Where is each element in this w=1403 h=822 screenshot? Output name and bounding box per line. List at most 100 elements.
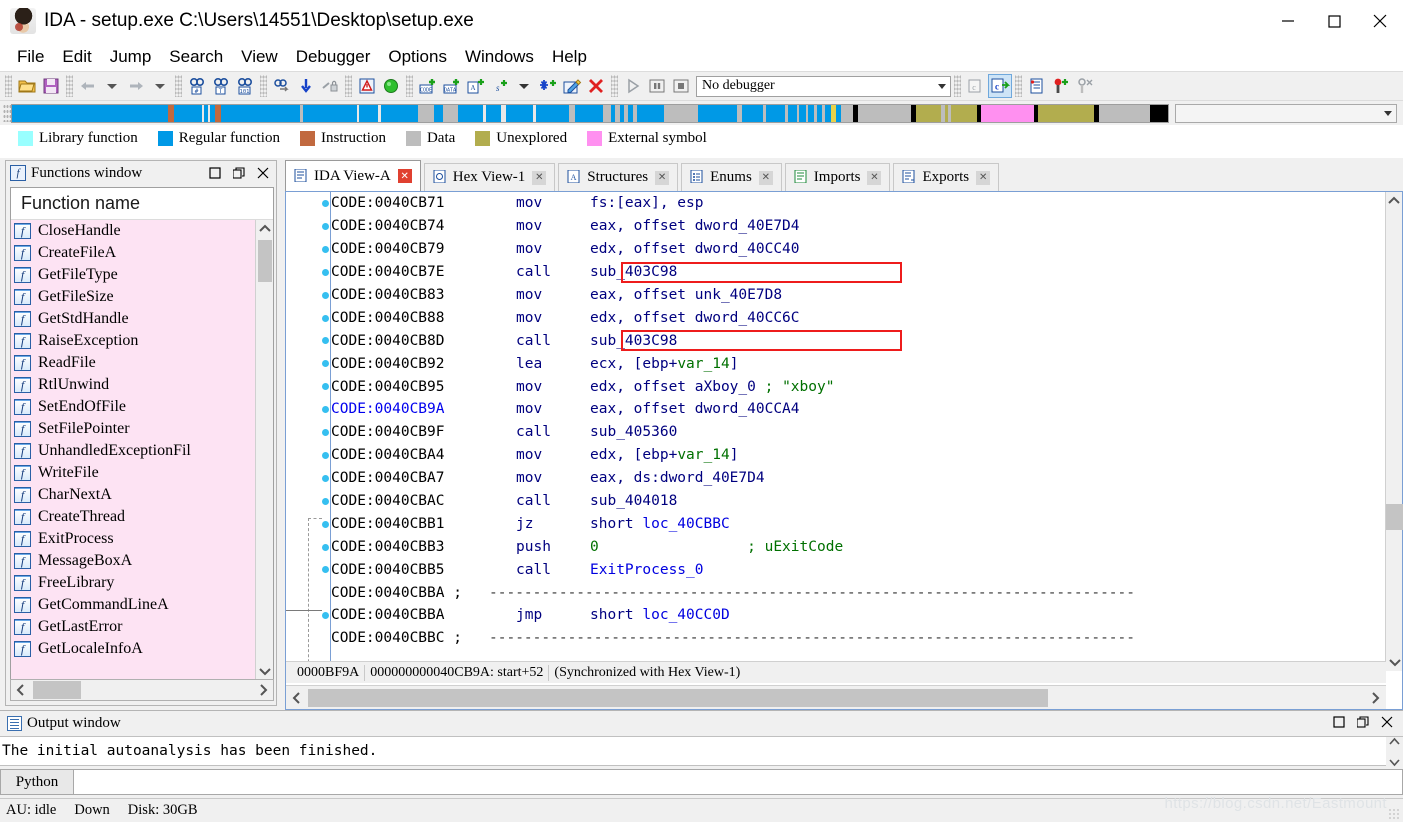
function-list-item[interactable]: f WriteFile [11,462,273,484]
function-list-item[interactable]: f MessageBoxA [11,550,273,572]
cli-input[interactable] [74,769,1403,795]
menu-options[interactable]: Options [379,45,456,69]
function-list-item[interactable]: f UnhandledExceptionFil [11,440,273,462]
function-list-item[interactable]: f GetFileType [11,264,273,286]
minimize-button[interactable] [1265,0,1311,42]
functions-list[interactable]: f CloseHandle f CreateFileA f GetFileType f Get… [11,220,273,680]
disassembly-line[interactable]: CODE:0040CB71 mov fs:[eax], esp [331,192,1384,215]
scrollbar-thumb[interactable] [258,240,272,282]
edit-function-icon[interactable] [560,74,584,98]
scroll-right-icon[interactable] [1364,687,1386,709]
disassembly-line[interactable]: CODE:0040CB8D call sub_403C98 [331,329,1384,352]
functions-list-hscrollbar[interactable] [10,679,274,701]
cli-language-label[interactable]: Python [0,769,74,795]
disassembly-line[interactable]: CODE:0040CB74 mov eax, offset dword_40E7D4 [331,215,1384,238]
struct-dropdown-icon[interactable] [512,74,536,98]
tab-close-icon[interactable]: ✕ [867,170,882,185]
maximize-button[interactable] [1311,0,1357,42]
close-button[interactable] [1357,0,1403,42]
tab-close-icon[interactable]: ✕ [532,170,547,185]
menu-windows[interactable]: Windows [456,45,543,69]
close-icon[interactable] [1381,715,1393,733]
open-file-icon[interactable] [15,74,39,98]
tab-close-icon[interactable]: ✕ [976,170,991,185]
binary-search-icon[interactable] [270,74,294,98]
forward-arrow-icon[interactable] [124,74,148,98]
functions-list-vscrollbar[interactable] [255,220,273,680]
disassembly-line[interactable]: CODE:0040CB9F call sub_405360 [331,421,1384,444]
function-list-item[interactable]: f CloseHandle [11,220,273,242]
function-list-item[interactable]: f RtlUnwind [11,374,273,396]
scroll-up-icon[interactable] [1386,192,1402,210]
decompile-icon[interactable]: c [964,74,988,98]
disassembly-line[interactable]: CODE:0040CB7E call sub_403C98 [331,261,1384,284]
dock-icon[interactable] [1356,715,1369,733]
back-arrow-icon[interactable] [76,74,100,98]
run-icon[interactable] [621,74,645,98]
warning-icon[interactable] [355,74,379,98]
output-vscrollbar[interactable] [1386,737,1403,767]
disassembly-line[interactable]: CODE:0040CBBC ; -------------------------… [331,627,1384,650]
back-dropdown-icon[interactable] [100,74,124,98]
make-code-icon[interactable]: CODE [416,74,440,98]
disassembly-hscrollbar[interactable] [286,685,1386,709]
menu-file[interactable]: File [8,45,53,69]
disassembly-vscrollbar[interactable] [1385,192,1403,671]
navigation-band[interactable] [11,103,1170,123]
function-list-item[interactable]: f ReadFile [11,352,273,374]
jump-lock-icon[interactable] [318,74,342,98]
search-text-icon[interactable]: T [209,74,233,98]
dock-icon[interactable] [232,166,246,180]
search-hex-icon[interactable]: # [185,74,209,98]
make-struct-icon[interactable]: s [488,74,512,98]
disassembly-line[interactable]: CODE:0040CB95 mov edx, offset aXboy_0 ; "x… [331,375,1384,398]
function-list-item[interactable]: f GetStdHandle [11,308,273,330]
tab-enums[interactable]: Enums ✕ [681,163,782,191]
save-icon[interactable] [39,74,63,98]
function-list-item[interactable]: f CreateThread [11,506,273,528]
function-list-item[interactable]: f GetFileSize [11,286,273,308]
menu-jump[interactable]: Jump [101,45,161,69]
menu-search[interactable]: Search [160,45,232,69]
disassembly-line[interactable]: CODE:0040CB79 mov edx, offset dword_40CC40 [331,238,1384,261]
stop-icon[interactable] [669,74,693,98]
disassembly-line[interactable]: CODE:0040CBB3 push 0 ; uExitCode [331,535,1384,558]
scroll-down-icon[interactable] [1386,653,1403,671]
disassembly-line[interactable]: CODE:0040CB92 lea ecx, [ebp+var_14] [331,352,1384,375]
function-name-column-header[interactable]: Function name [11,188,273,220]
scroll-left-icon[interactable] [11,680,31,700]
disassembly-line[interactable]: CODE:0040CBB5 call ExitProcess_0 [331,558,1384,581]
pause-icon[interactable] [645,74,669,98]
breakpoints-icon[interactable] [1025,74,1049,98]
scrollbar-track[interactable] [308,688,1364,707]
tab-structures[interactable]: A Structures ✕ [558,163,679,191]
function-list-item[interactable]: f GetCommandLineA [11,594,273,616]
output-text-area[interactable]: The initial autoanalysis has been finish… [0,736,1403,767]
disassembly-line[interactable]: CODE:0040CBA4 mov edx, [ebp+var_14] [331,444,1384,467]
tab-close-icon[interactable]: ✕ [397,169,412,183]
disassembly-line[interactable]: CODE:0040CBB1 jz short loc_40CBBC [331,512,1384,535]
disassembly-line[interactable]: CODE:0040CBAC call sub_404018 [331,490,1384,513]
scrollbar-thumb[interactable] [33,681,81,699]
watch-icon[interactable] [1073,74,1097,98]
green-circle-icon[interactable] [379,74,403,98]
tab-hex-view-1[interactable]: Hex View-1 ✕ [423,163,556,191]
menu-view[interactable]: View [232,45,287,69]
disassembly-line[interactable]: CODE:0040CBBA jmp short loc_40CC0D [331,604,1384,627]
menu-edit[interactable]: Edit [53,45,100,69]
menu-debugger[interactable]: Debugger [287,45,380,69]
make-ascii-icon[interactable]: A [464,74,488,98]
restore-icon[interactable] [208,166,222,180]
function-list-item[interactable]: f RaiseException [11,330,273,352]
function-list-item[interactable]: f ExitProcess [11,528,273,550]
scroll-right-icon[interactable] [253,680,273,700]
navband-combo[interactable] [1175,103,1398,123]
function-list-item[interactable]: f SetFilePointer [11,418,273,440]
tab-close-icon[interactable]: ✕ [655,170,670,185]
disassembly-line[interactable]: CODE:0040CBA7 mov eax, ds:dword_40E7D4 [331,467,1384,490]
close-icon[interactable] [256,166,270,180]
function-list-item[interactable]: f GetLastError [11,616,273,638]
search-sequence-icon[interactable]: 101 [233,74,257,98]
tab-imports[interactable]: Imports ✕ [784,163,891,191]
tab-ida-view-a[interactable]: IDA View-A ✕ [285,160,421,191]
